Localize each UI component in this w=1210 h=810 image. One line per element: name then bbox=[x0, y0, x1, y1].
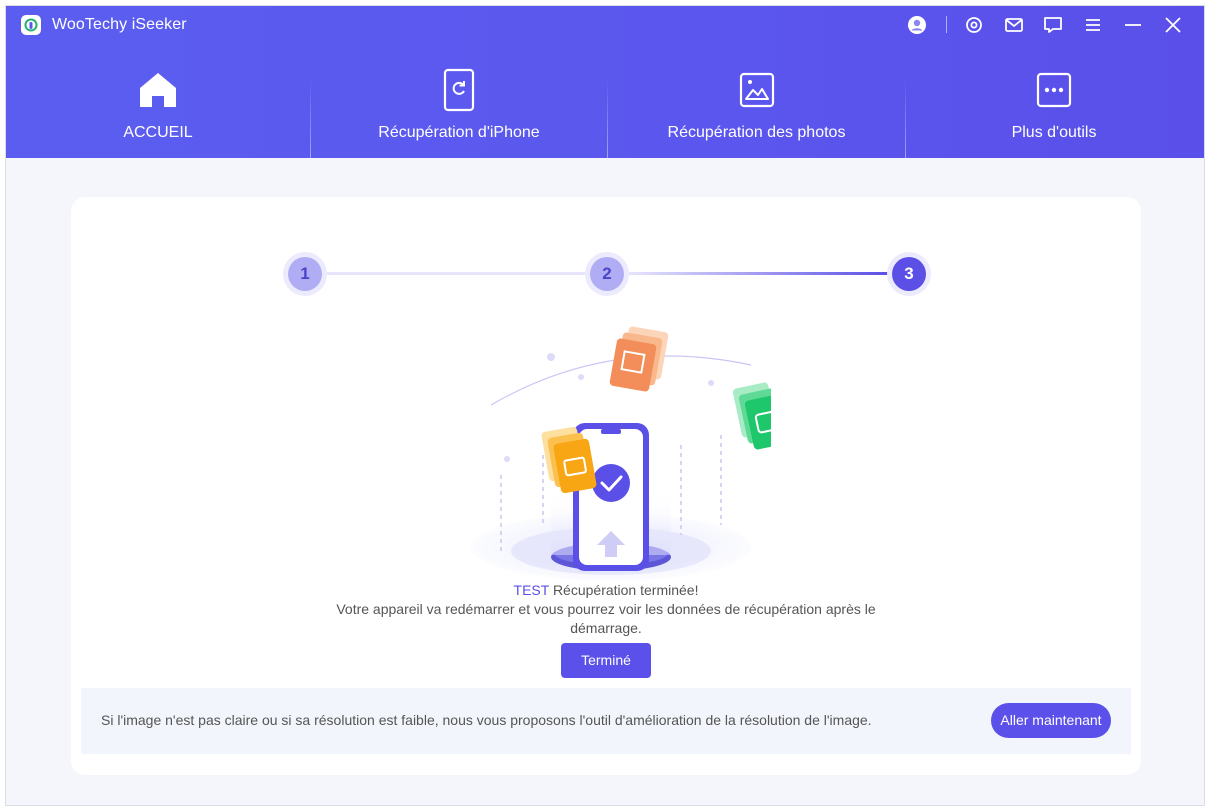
more-tools-icon bbox=[1032, 68, 1076, 112]
app-window: WooTechy iSeeker ACCUEIL Récupération d'… bbox=[5, 5, 1205, 806]
step-connector bbox=[327, 272, 587, 275]
tab-label: Plus d'outils bbox=[1011, 124, 1097, 141]
step-connector bbox=[629, 272, 889, 275]
progress-stepper: 1 2 3 bbox=[71, 197, 1141, 317]
mail-icon[interactable] bbox=[1003, 14, 1025, 36]
recovery-complete-illustration bbox=[451, 325, 819, 585]
home-icon bbox=[136, 68, 180, 112]
go-now-button[interactable]: Aller maintenant bbox=[991, 703, 1111, 738]
device-name: TEST bbox=[513, 582, 550, 598]
tip-text: Si l'image n'est pas claire ou si sa rés… bbox=[101, 712, 872, 728]
result-card: 1 2 3 TEST Récupération terminée! Votre … bbox=[71, 197, 1141, 775]
step-number: 2 bbox=[590, 257, 624, 291]
app-title: WooTechy iSeeker bbox=[52, 16, 187, 33]
tab-photo-recovery[interactable]: Récupération des photos bbox=[608, 58, 905, 158]
tab-more-tools[interactable]: Plus d'outils bbox=[906, 58, 1202, 158]
tab-accueil[interactable]: ACCUEIL bbox=[6, 58, 310, 158]
step-2: 2 bbox=[585, 252, 629, 296]
iphone-recovery-icon bbox=[437, 68, 481, 112]
result-description-line2: démarrage. bbox=[570, 620, 642, 636]
photo-recovery-icon bbox=[735, 68, 779, 112]
tip-banner: Si l'image n'est pas claire ou si sa rés… bbox=[81, 688, 1131, 754]
result-status: TEST Récupération terminée! bbox=[71, 582, 1141, 598]
main-tabs: ACCUEIL Récupération d'iPhone Récupérati… bbox=[6, 58, 1204, 158]
titlebar-divider bbox=[946, 16, 947, 33]
menu-icon[interactable] bbox=[1082, 14, 1104, 36]
tab-label: Récupération d'iPhone bbox=[378, 124, 540, 141]
minimize-icon[interactable] bbox=[1122, 14, 1144, 36]
tab-iphone-recovery[interactable]: Récupération d'iPhone bbox=[311, 58, 607, 158]
feedback-icon[interactable] bbox=[1042, 14, 1064, 36]
tab-label: ACCUEIL bbox=[123, 124, 193, 141]
step-1: 1 bbox=[283, 252, 327, 296]
settings-icon[interactable] bbox=[963, 14, 985, 36]
result-description-line1: Votre appareil va redémarrer et vous pou… bbox=[336, 601, 876, 617]
header: WooTechy iSeeker ACCUEIL Récupération d'… bbox=[6, 6, 1204, 158]
tab-label: Récupération des photos bbox=[667, 124, 846, 141]
illustration-graphic bbox=[471, 326, 819, 581]
step-3: 3 bbox=[887, 252, 931, 296]
step-number: 3 bbox=[892, 257, 926, 291]
app-logo-icon bbox=[21, 15, 41, 35]
done-button[interactable]: Terminé bbox=[561, 643, 651, 678]
title-bar: WooTechy iSeeker bbox=[6, 6, 1204, 46]
account-icon[interactable] bbox=[906, 14, 928, 36]
status-text: Récupération terminée! bbox=[552, 582, 699, 598]
step-number: 1 bbox=[288, 257, 322, 291]
close-icon[interactable] bbox=[1162, 14, 1184, 36]
